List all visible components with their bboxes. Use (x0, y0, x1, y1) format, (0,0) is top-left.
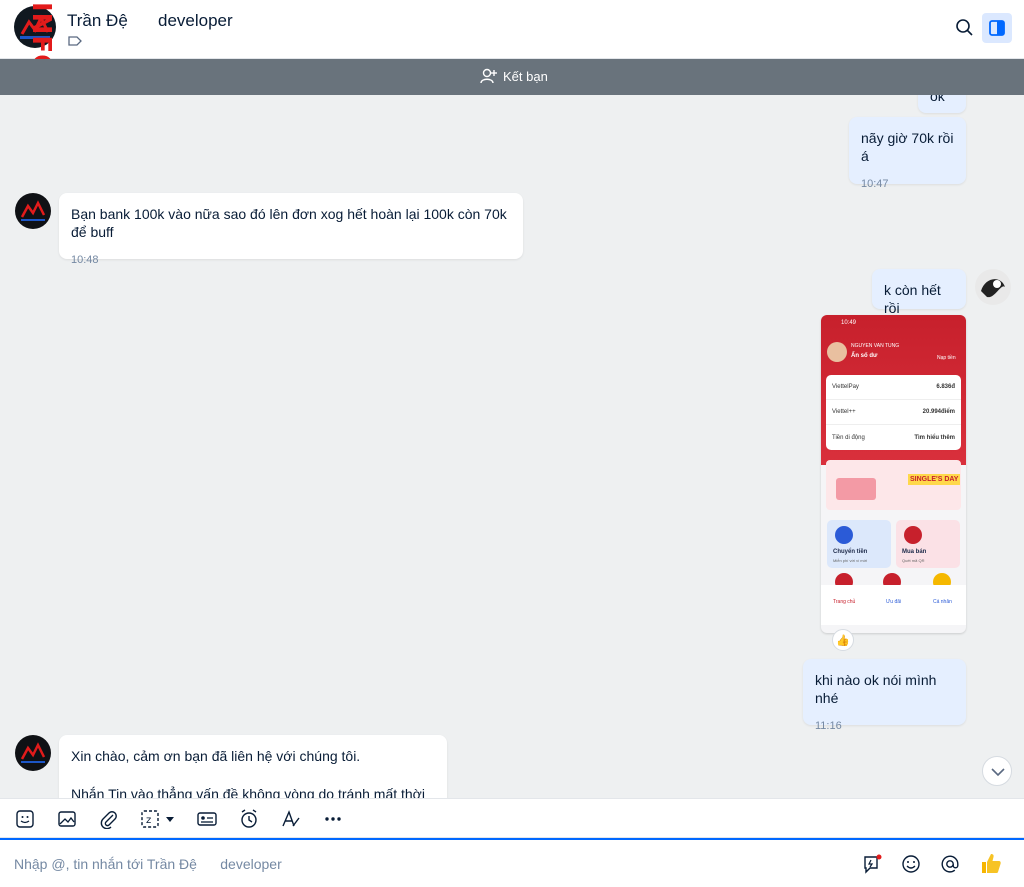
message-bubble[interactable]: ok (918, 95, 966, 113)
more-options-button[interactable] (322, 808, 344, 830)
image-button[interactable] (56, 808, 78, 830)
format-text-button[interactable] (280, 808, 302, 830)
message-bubble[interactable]: k còn hết rồi (872, 269, 966, 316)
contact-role: developer (158, 11, 233, 30)
image-topup: Nạp tiền (937, 355, 956, 361)
toggle-panel-button[interactable] (982, 13, 1012, 43)
add-friend-label: Kết bạn (503, 68, 548, 84)
image-icon (58, 811, 76, 827)
add-friend-button[interactable]: Kết bạn (480, 67, 548, 85)
alarm-clock-icon (241, 809, 257, 828)
contact-name[interactable]: Trần Đệ (67, 11, 128, 31)
image-banner: SINGLE'S DAY (826, 460, 961, 510)
chat-header: INFO Trần Đệ developer (0, 0, 1024, 77)
sticker-icon (16, 810, 34, 828)
sticker-button[interactable] (14, 808, 36, 830)
message-time: 10:48 (71, 254, 99, 266)
message-composer (0, 838, 1024, 887)
sender-avatar[interactable] (15, 735, 51, 771)
message-time: 10:47 (861, 178, 889, 190)
attach-button[interactable] (98, 808, 120, 830)
emoji-icon (902, 855, 920, 873)
image-row: ViettelPay 6.836đ (826, 375, 961, 400)
sidebar-panel-icon (989, 20, 1005, 36)
image-header: 10:49 NGUYEN VAN TUNG Ẩn số dư Nạp tiền … (821, 315, 966, 465)
more-icon (325, 817, 341, 821)
emoji-button[interactable] (900, 853, 922, 875)
image-wallet-card: ViettelPay 6.836đ Viettel++ 20.994điểm Tiề… (826, 375, 961, 450)
mention-button[interactable] (939, 853, 961, 875)
image-row: Tiền di động Tìm hiểu thêm (832, 434, 955, 441)
my-avatar[interactable] (975, 269, 1011, 305)
image-avatar (827, 342, 847, 362)
tag-icon[interactable] (68, 36, 82, 46)
image-tile: Mua bán Quét mã QR (896, 520, 960, 568)
text-format-icon (282, 810, 300, 827)
image-user: NGUYEN VAN TUNG (851, 343, 900, 349)
message-text: Xin chào, cảm ơn bạn đã liên hệ với chún… (71, 748, 361, 764)
reaction-like-icon[interactable]: 👍 (832, 629, 854, 651)
image-nav: Trang chủ Ưu đãi Cá nhân (821, 585, 966, 625)
message-bubble[interactable]: Bạn bank 100k vào nữa sao đó lên đơn xog… (59, 193, 523, 266)
contact-card-button[interactable] (196, 808, 218, 830)
quick-message-icon (864, 854, 882, 874)
composer-toolbar: z (0, 798, 1024, 838)
message-bubble[interactable]: khi nào ok nói mình nhé 11:16 (803, 659, 966, 732)
message-time: 11:16 (815, 720, 842, 732)
sender-avatar[interactable] (15, 193, 51, 229)
shared-image[interactable]: 10:49 NGUYEN VAN TUNG Ẩn số dư Nạp tiền … (821, 315, 966, 633)
message-text: Bạn bank 100k vào nữa sao đó lên đơn xog… (71, 206, 507, 240)
send-like-button[interactable] (978, 853, 1004, 875)
at-sign-icon (941, 855, 959, 873)
message-text: k còn hết rồi (884, 282, 941, 316)
search-icon[interactable] (953, 16, 977, 40)
scroll-down-button[interactable] (982, 756, 1012, 786)
add-user-icon (480, 68, 497, 84)
thumbs-up-icon (982, 854, 1001, 873)
add-friend-bar: Kết bạn (0, 59, 1024, 95)
message-bubble[interactable]: Xin chào, cảm ơn bạn đã liên hệ với chún… (59, 735, 447, 798)
image-status-time: 10:49 (841, 320, 857, 326)
message-text: Nhắn Tin vào thẳng vấn đề không vòng do … (71, 786, 425, 798)
paperclip-icon (100, 811, 117, 829)
reminder-button[interactable] (238, 808, 260, 830)
message-input[interactable] (14, 852, 574, 876)
chevron-down-icon (991, 768, 1005, 777)
image-balance-label: Ẩn số dư (851, 353, 878, 359)
svg-text:z: z (146, 815, 151, 826)
message-bubble[interactable]: nãy giờ 70k rồi á 10:47 (849, 117, 966, 190)
message-text: khi nào ok nói mình nhé (815, 672, 937, 706)
image-tile: Chuyển tiền Miễn phí với ví mới (827, 520, 891, 568)
message-text: nãy giờ 70k rồi á (861, 130, 954, 164)
message-text: ok (930, 95, 945, 104)
image-row: Viettel++ 20.994điểm (826, 400, 961, 425)
screenshot-button[interactable]: z (140, 808, 178, 830)
message-list[interactable]: ok nãy giờ 70k rồi á 10:47 Bạn bank 100k… (0, 95, 1024, 798)
quick-message-button[interactable] (862, 853, 884, 875)
screenshot-icon: z (141, 810, 174, 828)
contact-card-icon (197, 812, 217, 826)
